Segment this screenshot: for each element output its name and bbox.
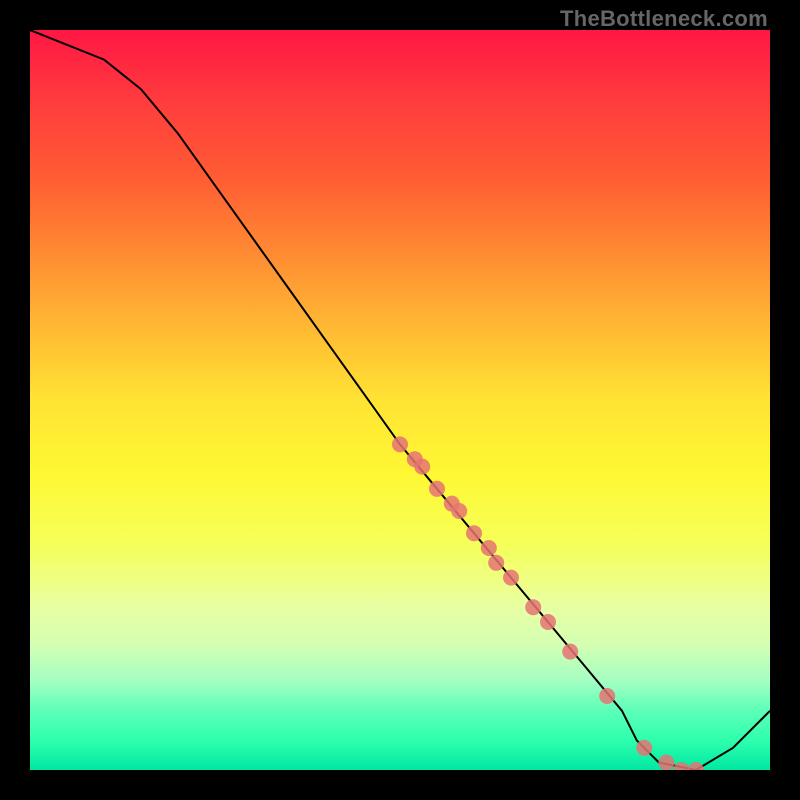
data-marker bbox=[392, 436, 408, 452]
data-marker bbox=[525, 599, 541, 615]
data-marker bbox=[636, 740, 652, 756]
chart-overlay bbox=[30, 30, 770, 770]
data-marker bbox=[414, 459, 430, 475]
data-marker bbox=[481, 540, 497, 556]
data-marker bbox=[658, 755, 674, 770]
data-marker bbox=[488, 555, 504, 571]
data-marker bbox=[466, 525, 482, 541]
data-marker bbox=[599, 688, 615, 704]
data-marker bbox=[451, 503, 467, 519]
data-marker bbox=[562, 644, 578, 660]
curve-line bbox=[30, 30, 770, 770]
watermark-text: TheBottleneck.com bbox=[560, 6, 768, 32]
data-marker bbox=[673, 762, 689, 770]
data-marker bbox=[688, 762, 704, 770]
data-marker bbox=[429, 481, 445, 497]
data-marker bbox=[540, 614, 556, 630]
data-marker bbox=[503, 570, 519, 586]
data-markers bbox=[392, 436, 704, 770]
